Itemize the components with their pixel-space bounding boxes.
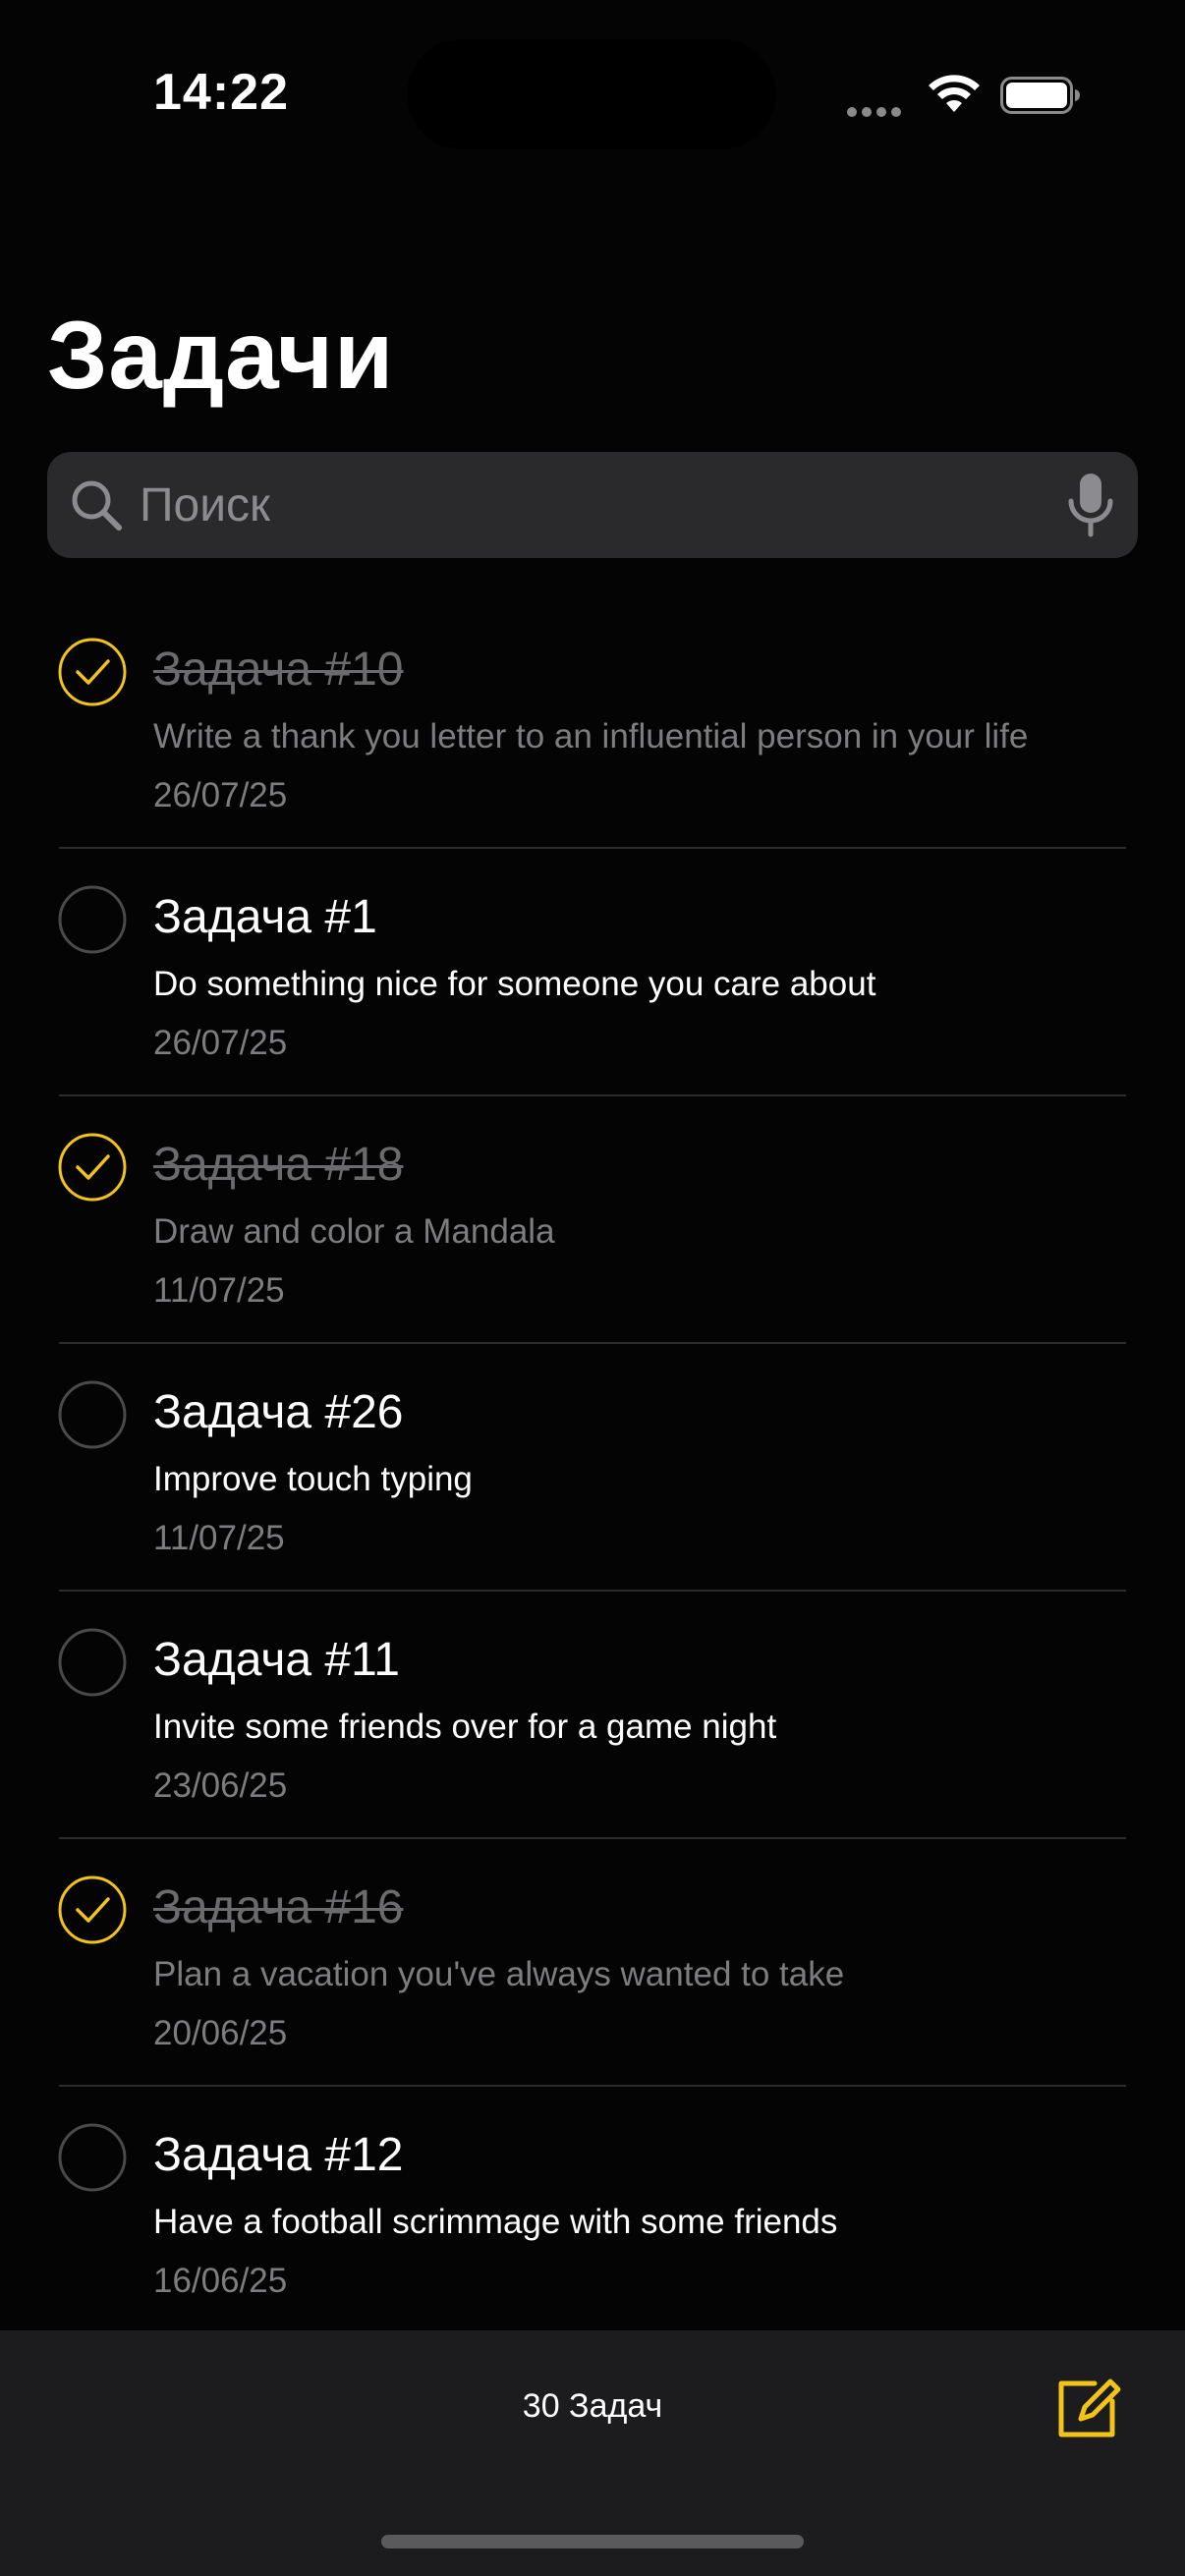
search-icon [72, 480, 122, 531]
task-title: Задача #18 [153, 1139, 404, 1191]
task-description: Write a thank you letter to an influenti… [153, 717, 1029, 756]
checkmark-circle-icon[interactable] [57, 1875, 128, 1945]
task-row[interactable]: Задача #12 Have a football scrimmage with… [0, 2087, 1185, 2334]
task-title: Задача #26 [153, 1386, 404, 1438]
task-title: Задача #12 [153, 2129, 404, 2181]
checkmark-circle-icon[interactable] [57, 637, 128, 707]
home-indicator[interactable] [381, 2535, 804, 2548]
compose-icon[interactable] [1051, 2374, 1122, 2444]
task-row[interactable]: Задача #18 Draw and color a Mandala 11/07/… [0, 1096, 1185, 1344]
task-date: 26/07/25 [153, 776, 288, 814]
task-date: 20/06/25 [153, 2014, 288, 2052]
task-description: Draw and color a Mandala [153, 1212, 555, 1251]
status-time: 14:22 [153, 64, 289, 121]
battery-icon [1000, 77, 1080, 114]
task-row[interactable]: Задача #11 Invite some friends over for a… [0, 1592, 1185, 1839]
task-row[interactable]: Задача #26 Improve touch typing 11/07/25 [0, 1344, 1185, 1592]
dynamic-island [407, 39, 776, 149]
wifi-icon [929, 75, 980, 112]
task-date: 11/07/25 [153, 1519, 285, 1557]
search-input[interactable] [140, 452, 985, 558]
task-description: Do something nice for someone you care a… [153, 965, 876, 1003]
task-title: Задача #11 [153, 1634, 400, 1686]
search-bar[interactable] [47, 452, 1138, 558]
empty-circle-icon[interactable] [57, 884, 128, 955]
task-date: 11/07/25 [153, 1271, 285, 1310]
task-title: Задача #1 [153, 891, 377, 943]
task-title: Задача #10 [153, 644, 404, 696]
task-description: Have a football scrimmage with some frie… [153, 2203, 838, 2241]
task-description: Invite some friends over for a game nigh… [153, 1708, 777, 1746]
task-row[interactable]: Задача #1 Do something nice for someone y… [0, 849, 1185, 1096]
task-count-label: 30 Задач [522, 2387, 663, 2425]
task-title: Задача #16 [153, 1881, 404, 1933]
task-date: 16/06/25 [153, 2262, 288, 2300]
task-row[interactable]: Задача #10 Write a thank you letter to an… [0, 601, 1185, 849]
task-description: Plan a vacation you've always wanted to … [153, 1955, 845, 1993]
task-date: 26/07/25 [153, 1024, 288, 1062]
page-title: Задачи [47, 301, 395, 409]
bottom-toolbar: 30 Задач [0, 2330, 1185, 2576]
task-date: 23/06/25 [153, 1766, 288, 1805]
checkmark-circle-icon[interactable] [57, 1132, 128, 1203]
task-description: Improve touch typing [153, 1460, 473, 1498]
empty-circle-icon[interactable] [57, 1627, 128, 1698]
microphone-icon[interactable] [1065, 472, 1116, 538]
cellular-signal-icon [847, 104, 908, 117]
empty-circle-icon[interactable] [57, 2122, 128, 2193]
task-list: Задача #10 Write a thank you letter to an… [0, 601, 1185, 2334]
task-row[interactable]: Задача #16 Plan a vacation you've always … [0, 1839, 1185, 2087]
empty-circle-icon[interactable] [57, 1379, 128, 1450]
